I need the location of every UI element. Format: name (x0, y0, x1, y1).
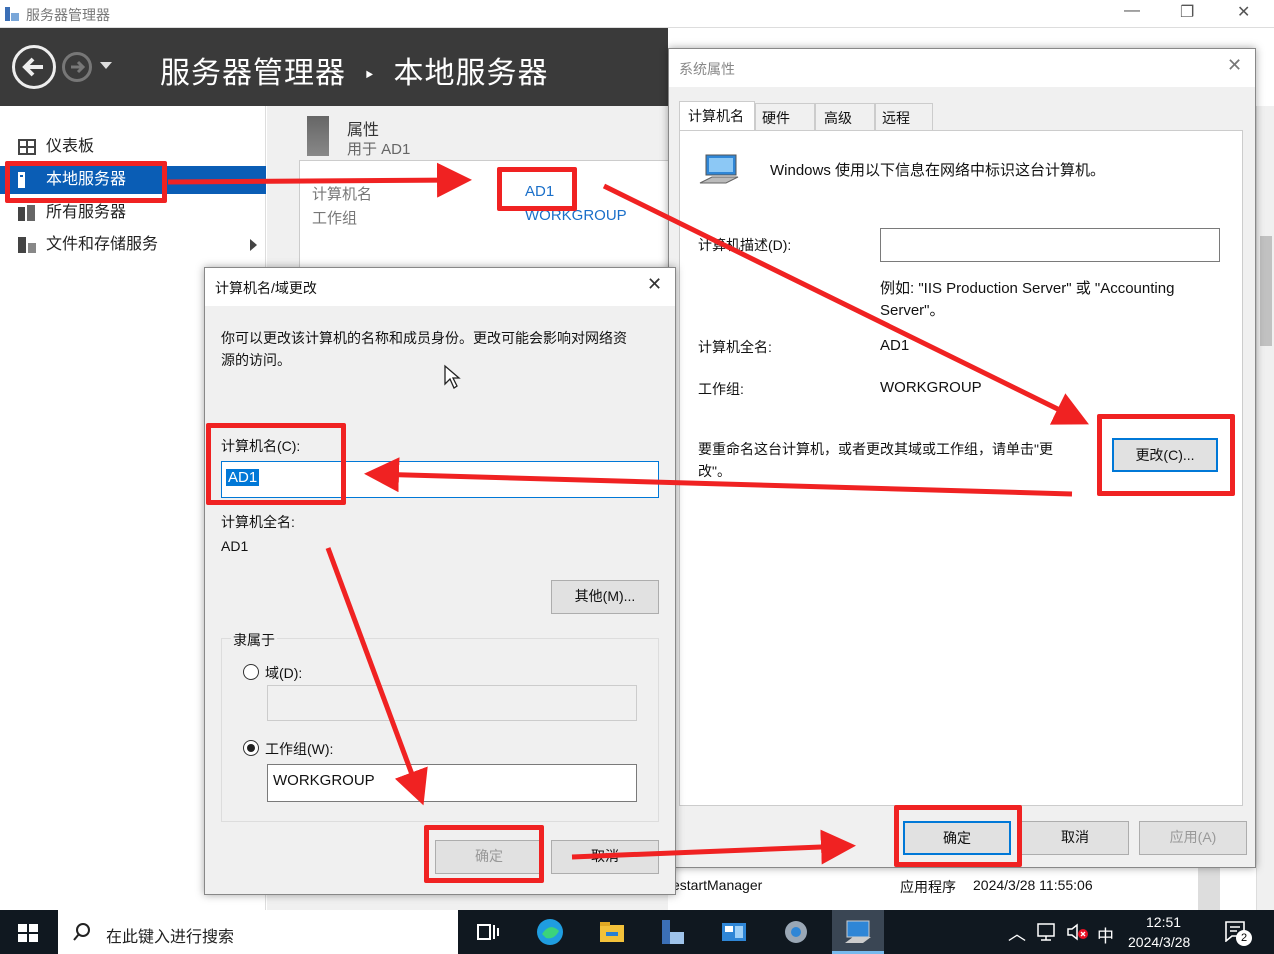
notification-badge: 2 (1236, 930, 1252, 946)
notification-center-button[interactable]: 2 (1224, 920, 1254, 948)
taskbar-search-box[interactable]: 在此键入进行搜索 (58, 910, 458, 954)
taskbar: 在此键入进行搜索 ︿ 中 12:51 2024/3/28 2 (0, 910, 1274, 954)
taskbar-item-system-properties[interactable] (832, 910, 884, 954)
search-icon (73, 923, 90, 941)
taskbar-clock[interactable]: 12:51 2024/3/28 (1122, 912, 1210, 952)
volume-muted-icon[interactable] (1066, 922, 1090, 942)
clock-time: 12:51 (1146, 914, 1182, 930)
task-view-icon[interactable] (472, 916, 504, 948)
windows-start-icon[interactable] (12, 916, 44, 948)
search-placeholder: 在此键入进行搜索 (106, 929, 235, 946)
annotation-arrows (167, 162, 1089, 865)
edge-browser-icon[interactable] (534, 916, 566, 948)
clock-date: 2024/3/28 (1128, 934, 1191, 950)
network-icon[interactable] (1036, 922, 1058, 942)
arrow-change-to-name (364, 457, 1073, 497)
arrow-ad1-to-change (602, 183, 1089, 425)
arrow-fullname-to-workgroup (325, 547, 428, 806)
show-hidden-icons-chevron-icon[interactable]: ︿ (1008, 920, 1026, 946)
control-panel-icon[interactable] (718, 916, 750, 948)
ime-indicator[interactable]: 中 (1097, 922, 1114, 947)
file-explorer-icon[interactable] (596, 916, 628, 948)
settings-gear-icon[interactable] (780, 916, 812, 948)
server-manager-taskbar-icon[interactable] (656, 916, 688, 948)
arrow-sidebar-to-ad1 (167, 162, 472, 198)
system-properties-icon (845, 920, 871, 943)
arrow-cancel-to-ok (571, 829, 856, 865)
